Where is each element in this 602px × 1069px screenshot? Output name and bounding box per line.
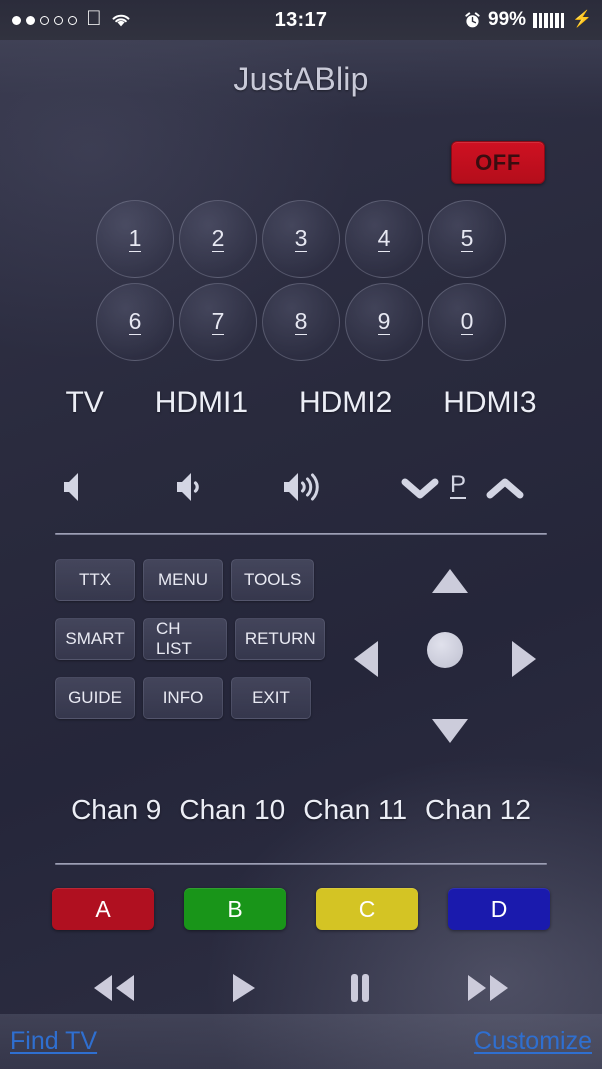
key-4-label: 4	[378, 227, 391, 252]
function-row-2: SMART CH LIST RETURN	[55, 618, 325, 660]
source-tv[interactable]: TV	[65, 386, 103, 420]
remote-app-screen:  13:17 99%	[0, 0, 602, 1069]
media-control-row	[0, 962, 602, 1014]
button-exit[interactable]: EXIT	[231, 677, 311, 719]
pause-icon[interactable]	[343, 971, 377, 1005]
arrow-right-icon[interactable]	[512, 641, 536, 677]
color-button-b[interactable]: B	[184, 888, 286, 930]
program-label: P	[450, 472, 466, 499]
channel-preset-row: Chan 9 Chan 10 Chan 11 Chan 12	[0, 794, 602, 826]
arrow-left-icon[interactable]	[354, 641, 378, 677]
divider-top	[55, 533, 547, 535]
number-keypad: 1 2 3 4 5 6 7 8 9 0	[0, 200, 602, 366]
color-button-d[interactable]: D	[448, 888, 550, 930]
keypad-row-2: 6 7 8 9 0	[0, 283, 602, 361]
key-2-label: 2	[212, 227, 225, 252]
page-title: JustABlip	[233, 61, 368, 98]
key-9-label: 9	[378, 310, 391, 335]
key-0[interactable]: 0	[428, 283, 506, 361]
key-8-label: 8	[295, 310, 308, 335]
app-title-bar: JustABlip	[0, 40, 602, 118]
key-6-label: 6	[129, 310, 142, 335]
alarm-clock-icon	[464, 12, 481, 29]
lightning-bolt-icon: ⚡	[572, 12, 592, 28]
ok-center-icon[interactable]	[427, 632, 463, 668]
divider-bottom	[55, 863, 547, 865]
channel-preset-12[interactable]: Chan 12	[425, 794, 531, 826]
bottom-bar: Find TV Customize	[0, 1014, 602, 1069]
source-hdmi2[interactable]: HDMI2	[299, 386, 392, 420]
key-5-label: 5	[461, 227, 474, 252]
play-icon[interactable]	[225, 971, 259, 1005]
key-7[interactable]: 7	[179, 283, 257, 361]
key-1-label: 1	[129, 227, 142, 252]
button-guide[interactable]: GUIDE	[55, 677, 135, 719]
fast-forward-icon[interactable]	[460, 971, 516, 1005]
button-ch-list[interactable]: CH LIST	[143, 618, 227, 660]
key-4[interactable]: 4	[345, 200, 423, 278]
source-row: TV HDMI1 HDMI2 HDMI3	[0, 386, 602, 420]
speaker-high-icon[interactable]	[282, 468, 338, 511]
channel-preset-11[interactable]: Chan 11	[303, 794, 407, 826]
button-tools[interactable]: TOOLS	[231, 559, 314, 601]
button-ttx[interactable]: TTX	[55, 559, 135, 601]
battery-icon	[533, 13, 564, 28]
battery-percentage: 99%	[488, 9, 526, 31]
key-2[interactable]: 2	[179, 200, 257, 278]
channel-preset-10[interactable]: Chan 10	[179, 794, 285, 826]
find-tv-link[interactable]: Find TV	[10, 1027, 97, 1056]
key-8[interactable]: 8	[262, 283, 340, 361]
key-3[interactable]: 3	[262, 200, 340, 278]
status-bar-right: 99% ⚡	[464, 9, 592, 31]
button-info[interactable]: INFO	[143, 677, 223, 719]
program-down-button[interactable]	[400, 474, 440, 507]
arrow-down-icon[interactable]	[432, 719, 468, 743]
speaker-low-icon[interactable]	[175, 468, 215, 511]
color-button-a[interactable]: A	[52, 888, 154, 930]
key-0-label: 0	[461, 310, 474, 335]
source-hdmi3[interactable]: HDMI3	[443, 386, 536, 420]
rewind-icon[interactable]	[86, 971, 142, 1005]
key-6[interactable]: 6	[96, 283, 174, 361]
key-5[interactable]: 5	[428, 200, 506, 278]
key-7-label: 7	[212, 310, 225, 335]
status-bar:  13:17 99%	[0, 0, 602, 40]
program-up-button[interactable]	[485, 474, 525, 507]
function-button-pad: TTX MENU TOOLS SMART CH LIST RETURN GUID…	[55, 559, 325, 736]
arrow-up-icon[interactable]	[432, 569, 468, 593]
color-button-row: A B C D	[0, 888, 602, 930]
customize-link[interactable]: Customize	[474, 1027, 592, 1056]
key-9[interactable]: 9	[345, 283, 423, 361]
keypad-row-1: 1 2 3 4 5	[0, 200, 602, 278]
key-1[interactable]: 1	[96, 200, 174, 278]
speaker-mute-icon[interactable]	[62, 468, 96, 511]
key-3-label: 3	[295, 227, 308, 252]
source-hdmi1[interactable]: HDMI1	[155, 386, 248, 420]
power-off-button[interactable]: OFF	[451, 141, 545, 184]
directional-pad	[340, 559, 565, 759]
button-menu[interactable]: MENU	[143, 559, 223, 601]
function-row-1: TTX MENU TOOLS	[55, 559, 325, 601]
channel-preset-9[interactable]: Chan 9	[71, 794, 161, 826]
volume-program-row: P	[0, 462, 602, 522]
color-button-c[interactable]: C	[316, 888, 418, 930]
function-row-3: GUIDE INFO EXIT	[55, 677, 325, 719]
button-smart[interactable]: SMART	[55, 618, 135, 660]
button-return[interactable]: RETURN	[235, 618, 325, 660]
